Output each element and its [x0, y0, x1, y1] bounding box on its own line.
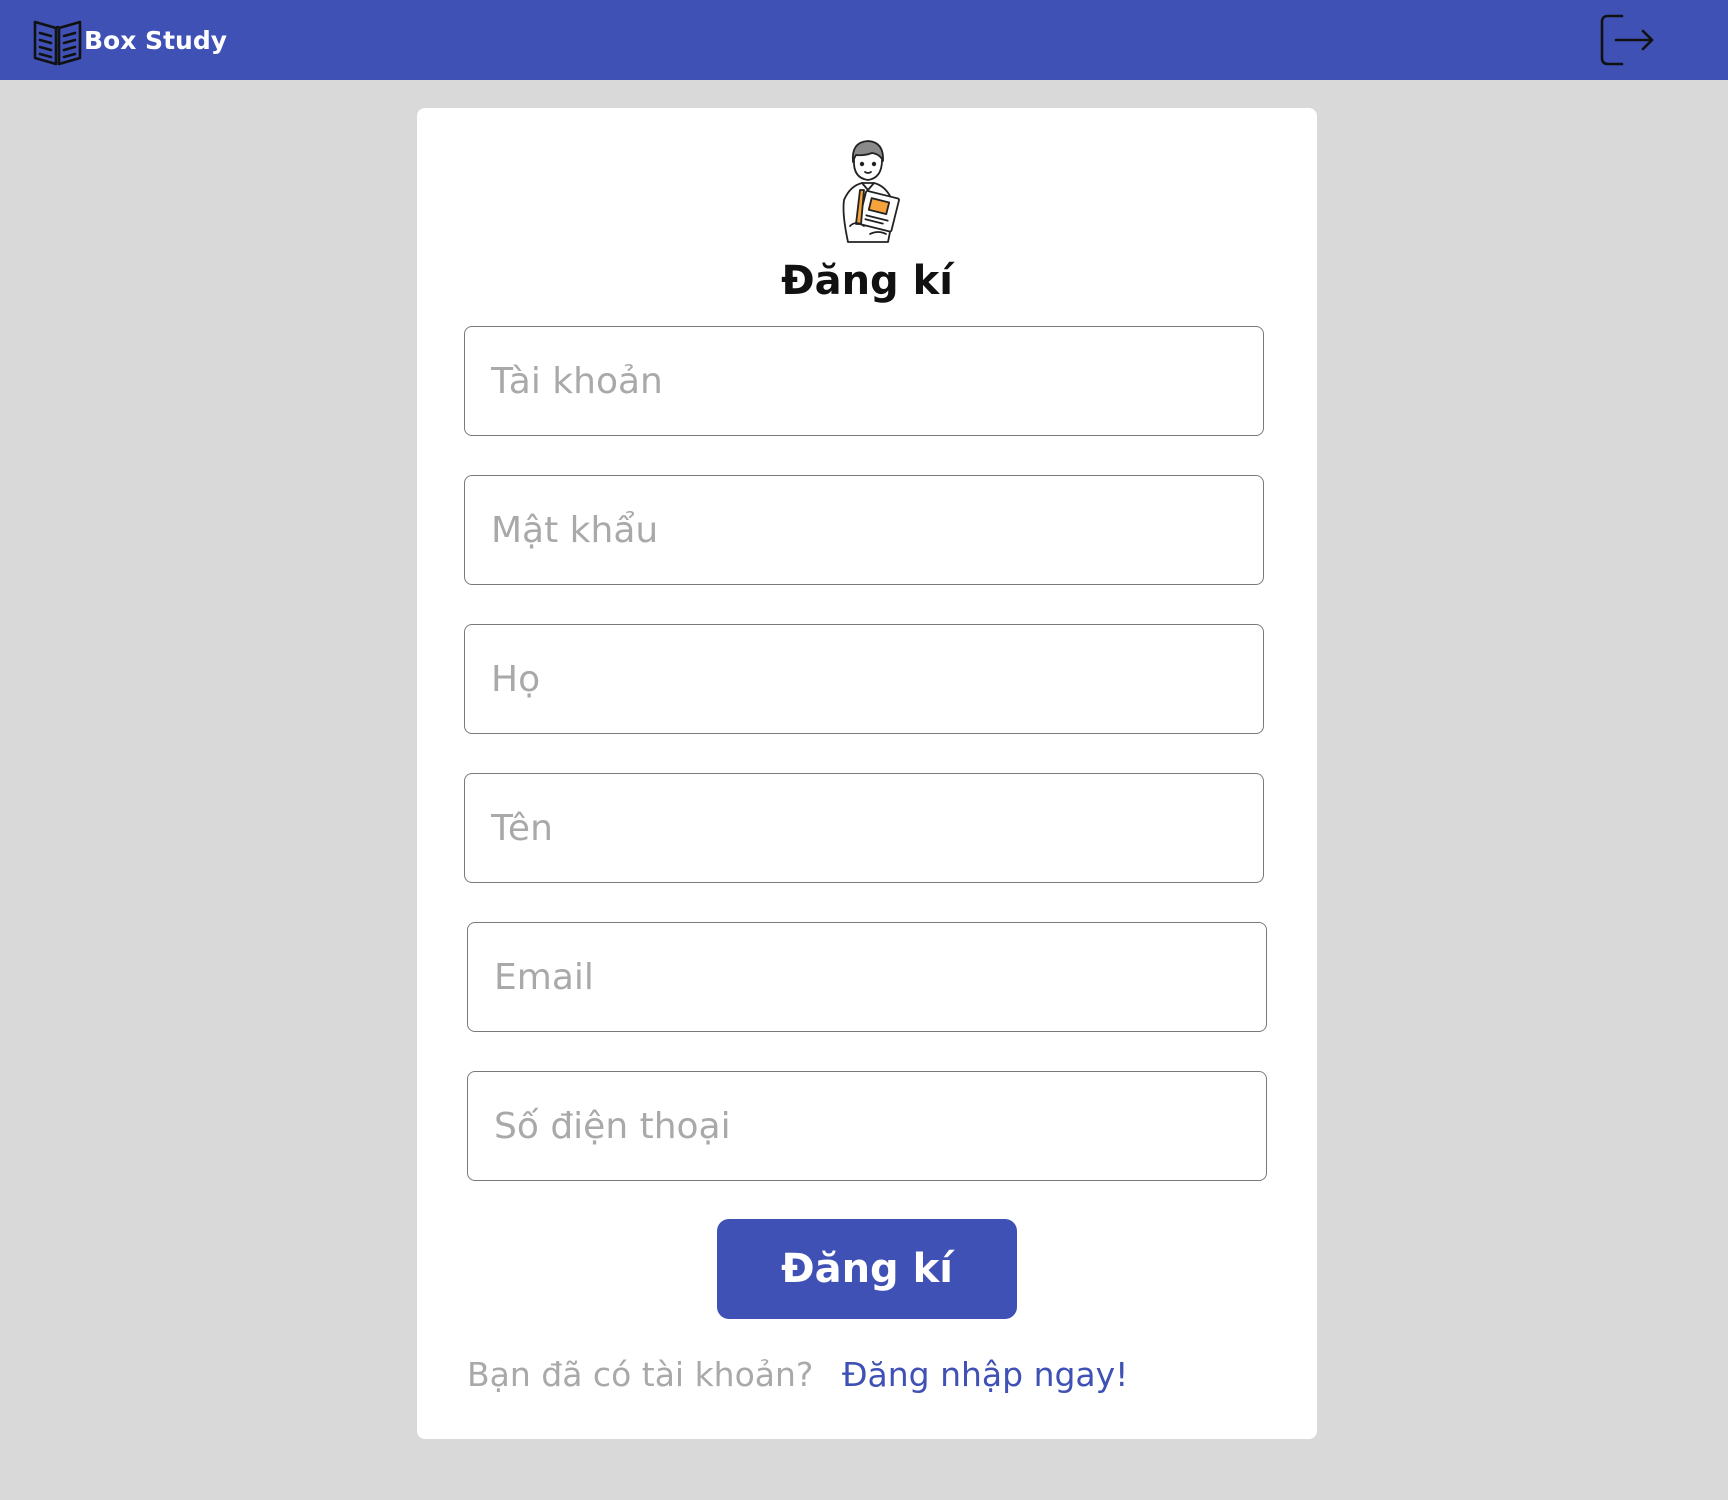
phone-field[interactable]	[467, 1071, 1267, 1181]
register-button[interactable]: Đăng kí	[717, 1219, 1017, 1319]
top-navbar: Box Study	[0, 0, 1728, 80]
email-field[interactable]	[467, 922, 1267, 1032]
book-icon	[32, 14, 84, 66]
password-field[interactable]	[464, 475, 1264, 585]
signin-row: Bạn đã có tài khoản? Đăng nhập ngay!	[467, 1355, 1128, 1394]
register-card: Đăng kí Đăng kí Bạn đã có tài khoản? Đăn…	[417, 108, 1317, 1439]
form-title: Đăng kí	[781, 258, 953, 304]
signin-link[interactable]: Đăng nhập ngay!	[842, 1355, 1128, 1394]
brand[interactable]: Box Study	[32, 14, 227, 66]
username-field[interactable]	[464, 326, 1264, 436]
brand-name: Box Study	[84, 25, 228, 55]
first-name-field[interactable]	[464, 773, 1264, 883]
signin-prompt: Bạn đã có tài khoản?	[467, 1355, 814, 1394]
logout-button[interactable]	[1598, 12, 1656, 68]
logout-icon	[1598, 12, 1656, 68]
student-reading-illustration	[820, 134, 914, 244]
last-name-field[interactable]	[464, 624, 1264, 734]
